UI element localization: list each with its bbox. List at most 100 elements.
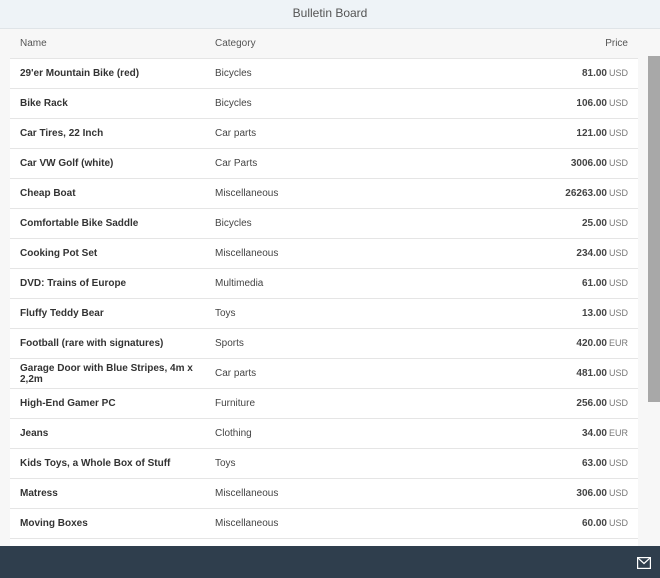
table-row[interactable]: Jeans Clothing 34.00 EUR	[10, 419, 638, 449]
item-name: DVD: Trains of Europe	[20, 278, 127, 289]
price-value: 121.00	[576, 128, 607, 139]
price-currency: USD	[608, 398, 628, 408]
item-category: Car parts	[215, 368, 257, 379]
item-category: Sports	[215, 338, 244, 349]
price-currency: EUR	[608, 338, 628, 348]
footer-bar	[0, 546, 660, 578]
table-row[interactable]: Car VW Golf (white) Car Parts 3006.00 USD	[10, 149, 638, 179]
price-currency: USD	[608, 458, 628, 468]
table-row[interactable]: DVD: Trains of Europe Multimedia 61.00 USD	[10, 269, 638, 299]
price-value: 306.00	[576, 488, 607, 499]
price-currency: USD	[608, 488, 628, 498]
item-price: 256.00 USD	[435, 398, 638, 409]
price-currency: USD	[608, 308, 628, 318]
table-row[interactable]: Moving Boxes Miscellaneous 60.00 USD	[10, 509, 638, 539]
column-header-category[interactable]: Category	[215, 38, 435, 49]
table-row[interactable]: Garage Door with Blue Stripes, 4m x 2,2m…	[10, 359, 638, 389]
table-row[interactable]: Kids Toys, a Whole Box of Stuff Toys 63.00…	[10, 449, 638, 479]
table-row[interactable]: Cooking Pot Set Miscellaneous 234.00 USD	[10, 239, 638, 269]
item-price: 481.00 USD	[435, 368, 638, 379]
price-currency: USD	[608, 248, 628, 258]
price-value: 234.00	[576, 248, 607, 259]
bulletin-board-app: Bulletin Board Name Category Price 29'er…	[0, 0, 660, 578]
price-value: 26263.00	[565, 188, 607, 199]
price-value: 63.00	[581, 458, 607, 469]
item-name: Cheap Boat	[20, 188, 76, 199]
item-category: Toys	[215, 308, 236, 319]
item-category: Clothing	[215, 428, 252, 439]
item-price: 234.00 USD	[435, 248, 638, 259]
item-category: Bicycles	[215, 98, 252, 109]
price-currency: EUR	[608, 428, 628, 438]
item-price: 420.00 EUR	[435, 338, 638, 349]
column-header-name[interactable]: Name	[10, 38, 215, 49]
price-value: 3006.00	[570, 158, 607, 169]
item-name: Jeans	[20, 428, 49, 439]
item-price: 121.00 USD	[435, 128, 638, 139]
price-value: 25.00	[581, 218, 607, 229]
price-value: 481.00	[576, 368, 607, 379]
item-price: 306.00 USD	[435, 488, 638, 499]
price-currency: USD	[608, 68, 628, 78]
table-row[interactable]: Comfortable Bike Saddle Bicycles 25.00 USD	[10, 209, 638, 239]
item-name: Football (rare with signatures)	[20, 338, 164, 349]
item-category: Miscellaneous	[215, 188, 279, 199]
item-name: Garage Door with Blue Stripes, 4m x 2,2m	[20, 362, 193, 385]
table-row[interactable]: Cheap Boat Miscellaneous 26263.00 USD	[10, 179, 638, 209]
item-name: Moving Boxes	[20, 518, 88, 529]
item-name: Kids Toys, a Whole Box of Stuff	[20, 458, 171, 469]
item-category: Multimedia	[215, 278, 264, 289]
price-currency: USD	[608, 158, 628, 168]
price-value: 60.00	[581, 518, 607, 529]
table-row[interactable]: Football (rare with signatures) Sports 420…	[10, 329, 638, 359]
price-currency: USD	[608, 128, 628, 138]
items-table: Name Category Price 29'er Mountain Bike …	[10, 29, 638, 546]
price-value: 13.00	[581, 308, 607, 319]
item-name: Fluffy Teddy Bear	[20, 308, 104, 319]
price-value: 106.00	[576, 98, 607, 109]
price-currency: USD	[608, 188, 628, 198]
item-name: 29'er Mountain Bike (red)	[20, 68, 140, 79]
item-category: Miscellaneous	[215, 248, 279, 259]
item-category: Bicycles	[215, 68, 252, 79]
item-price: 60.00 USD	[435, 518, 638, 529]
price-value: 81.00	[581, 68, 607, 79]
item-category: Bicycles	[215, 218, 252, 229]
table-row[interactable]: High-End Gamer PC Furniture 256.00 USD	[10, 389, 638, 419]
item-name: Bike Rack	[20, 98, 68, 109]
table-header: Name Category Price	[10, 29, 638, 59]
item-name: Car VW Golf (white)	[20, 158, 114, 169]
column-header-price[interactable]: Price	[435, 38, 638, 49]
table-row[interactable]: Matress Miscellaneous 306.00 USD	[10, 479, 638, 509]
item-name: Comfortable Bike Saddle	[20, 218, 139, 229]
price-currency: USD	[608, 278, 628, 288]
table-row[interactable]: 29'er Mountain Bike (red) Bicycles 81.00 US…	[10, 59, 638, 89]
price-value: 256.00	[576, 398, 607, 409]
item-price: 13.00 USD	[435, 308, 638, 319]
item-price: 3006.00 USD	[435, 158, 638, 169]
item-category: Toys	[215, 458, 236, 469]
item-price: 25.00 USD	[435, 218, 638, 229]
item-price: 26263.00 USD	[435, 188, 638, 199]
price-value: 34.00	[581, 428, 607, 439]
price-currency: USD	[608, 98, 628, 108]
item-category: Car Parts	[215, 158, 258, 169]
item-category: Miscellaneous	[215, 518, 279, 529]
table-row[interactable]: Bike Rack Bicycles 106.00 USD	[10, 89, 638, 119]
item-name: Matress	[20, 488, 58, 499]
item-name: High-End Gamer PC	[20, 398, 116, 409]
scrollbar[interactable]	[648, 56, 660, 402]
item-category: Furniture	[215, 398, 256, 409]
item-category: Car parts	[215, 128, 257, 139]
item-price: 106.00 USD	[435, 98, 638, 109]
table-row[interactable]: Car Tires, 22 Inch Car parts 121.00 USD	[10, 119, 638, 149]
item-price: 61.00 USD	[435, 278, 638, 289]
table-row[interactable]: Fluffy Teddy Bear Toys 13.00 USD	[10, 299, 638, 329]
price-currency: USD	[608, 518, 628, 528]
mail-icon[interactable]	[637, 557, 651, 569]
item-name: Car Tires, 22 Inch	[20, 128, 104, 139]
price-value: 61.00	[581, 278, 607, 289]
item-price: 63.00 USD	[435, 458, 638, 469]
item-price: 81.00 USD	[435, 68, 638, 79]
item-price: 34.00 EUR	[435, 428, 638, 439]
